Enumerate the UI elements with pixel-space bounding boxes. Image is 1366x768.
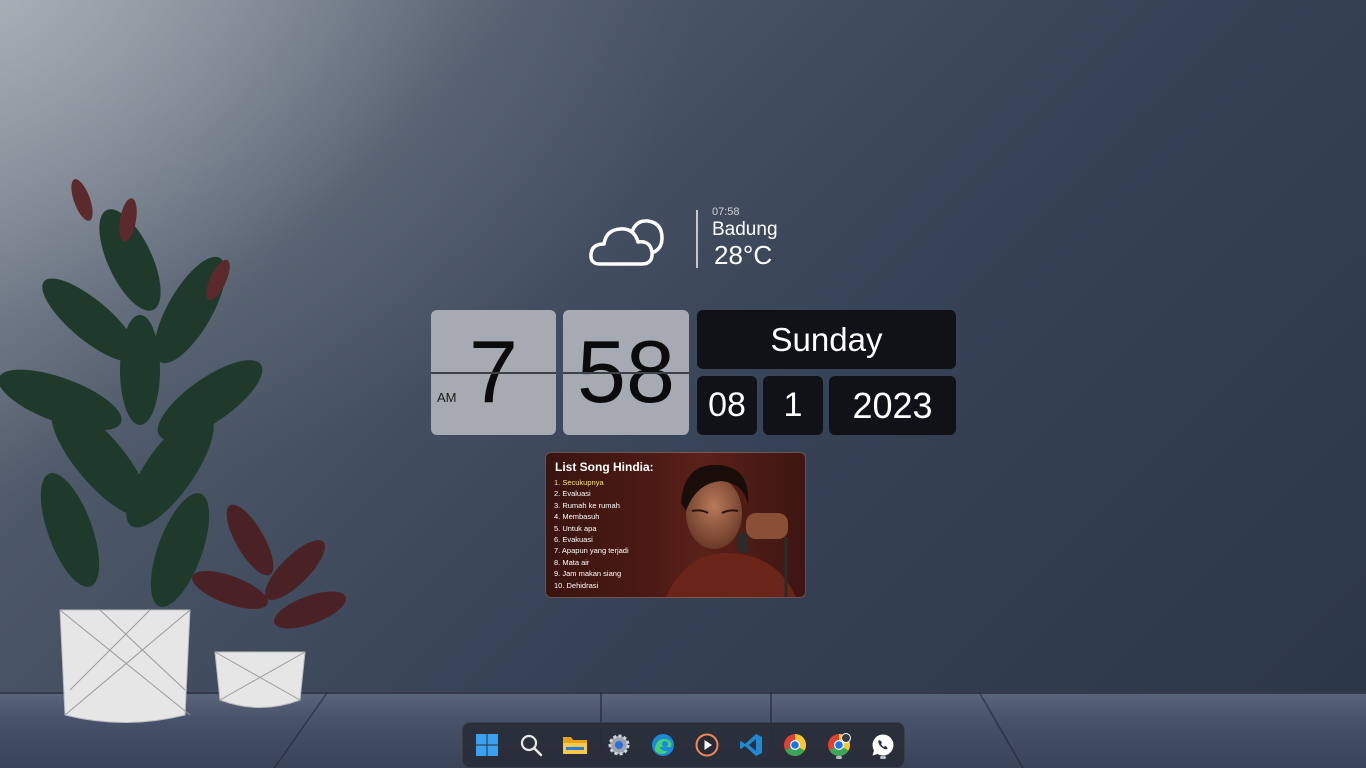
song-item[interactable]: 10. Dehidrasi [554, 580, 629, 591]
clock-hour-card: 7 AM [431, 310, 556, 435]
weather-temperature: 28°C [714, 240, 773, 270]
chrome-profile-icon [828, 733, 851, 756]
search-button[interactable] [515, 729, 547, 761]
whatsapp-icon [872, 734, 894, 756]
chrome-button[interactable] [779, 729, 811, 761]
song-item[interactable]: 3. Rumah ke rumah [554, 500, 629, 511]
weather-city: Badung [712, 219, 778, 240]
song-list: 1. Secukupnya 2. Evaluasi 3. Rumah ke ru… [554, 477, 629, 591]
weather-divider [696, 210, 698, 268]
taskbar [462, 722, 905, 768]
song-list-title: List Song Hindia: [555, 460, 654, 474]
settings-button[interactable] [603, 729, 635, 761]
flip-hinge [431, 372, 556, 374]
weather-time: 07:58 [712, 206, 740, 218]
date-year: 2023 [829, 376, 956, 435]
media-player-icon [695, 733, 719, 757]
song-list-widget[interactable]: List Song Hindia: 1. Secukupnya 2. Evalu… [545, 452, 806, 598]
date-month: 1 [763, 376, 823, 435]
edge-button[interactable] [647, 729, 679, 761]
file-explorer-button[interactable] [559, 729, 591, 761]
cloud-icon [589, 219, 664, 266]
plant-decoration [0, 179, 347, 723]
song-item[interactable]: 7. Apapun yang terjadi [554, 545, 629, 556]
song-item[interactable]: 8. Mata air [554, 557, 629, 568]
date-day-name: Sunday [697, 310, 956, 369]
vscode-icon [740, 734, 762, 756]
weather-widget: 07:58 Badung 28°C [588, 206, 788, 270]
singer-photo [666, 464, 796, 597]
search-icon [520, 734, 543, 757]
file-explorer-icon [563, 737, 587, 754]
settings-gear-icon [608, 734, 630, 756]
start-button[interactable] [471, 729, 503, 761]
flip-hinge [563, 372, 689, 374]
song-item[interactable]: 4. Membasuh [554, 511, 629, 522]
vscode-button[interactable] [735, 729, 767, 761]
windows-start-icon [476, 734, 498, 756]
song-item[interactable]: 6. Evakuasi [554, 534, 629, 545]
media-player-button[interactable] [691, 729, 723, 761]
running-indicator [880, 756, 886, 759]
date-day: 08 [697, 376, 757, 435]
song-item[interactable]: 9. Jam makan siang [554, 568, 629, 579]
chrome-icon [784, 734, 806, 756]
clock-minute-card: 58 [563, 310, 689, 435]
chrome-profile-button[interactable] [823, 729, 855, 761]
whatsapp-button[interactable] [867, 729, 899, 761]
clock-period: AM [437, 390, 457, 405]
song-item[interactable]: 1. Secukupnya [554, 477, 629, 488]
running-indicator [836, 756, 842, 759]
song-item[interactable]: 2. Evaluasi [554, 488, 629, 499]
edge-browser-icon [652, 734, 674, 756]
song-item[interactable]: 5. Untuk apa [554, 523, 629, 534]
